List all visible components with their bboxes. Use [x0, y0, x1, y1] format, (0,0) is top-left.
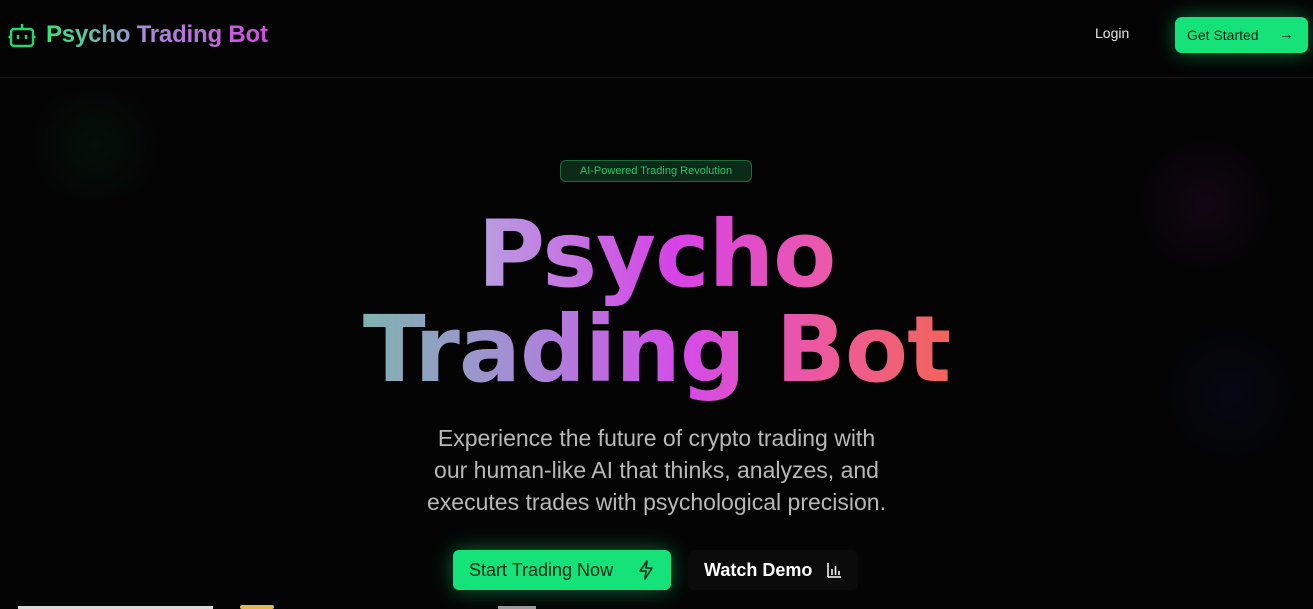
brand-name: Psycho Trading Bot — [46, 21, 268, 48]
landing-page: Psycho Trading Bot Login Get Started → A… — [0, 0, 1313, 609]
robot-icon — [8, 24, 36, 48]
start-trading-button[interactable]: Start Trading Now — [453, 550, 671, 590]
hero-headline-line1: Psycho — [0, 207, 1313, 303]
top-nav: Psycho Trading Bot Login Get Started → — [0, 0, 1313, 78]
start-trading-label: Start Trading Now — [469, 559, 614, 580]
background-glow — [20, 90, 170, 200]
login-link[interactable]: Login — [1095, 25, 1129, 41]
section-divider — [240, 605, 274, 609]
watch-demo-button[interactable]: Watch Demo — [688, 550, 858, 590]
lightning-icon — [639, 560, 653, 580]
headline-word: Trading Bot — [362, 296, 951, 403]
hero-headline-line2: Trading Bot — [0, 302, 1313, 398]
subtitle-line: Experience the future of crypto trading … — [437, 425, 876, 451]
subtitle-line: executes trades with psychological preci… — [427, 489, 886, 515]
get-started-button[interactable]: Get Started → — [1175, 17, 1308, 53]
get-started-label: Get Started — [1187, 27, 1259, 43]
hero-badge: AI-Powered Trading Revolution — [560, 160, 752, 182]
arrow-right-icon: → — [1279, 26, 1294, 43]
watch-demo-label: Watch Demo — [704, 559, 813, 580]
bar-chart-icon — [827, 563, 841, 578]
headline-word: Psycho — [477, 201, 837, 308]
subtitle-line: our human-like AI that thinks, analyzes,… — [434, 457, 879, 483]
brand-logo[interactable]: Psycho Trading Bot — [8, 18, 268, 52]
hero-subtitle: Experience the future of crypto trading … — [356, 422, 957, 518]
